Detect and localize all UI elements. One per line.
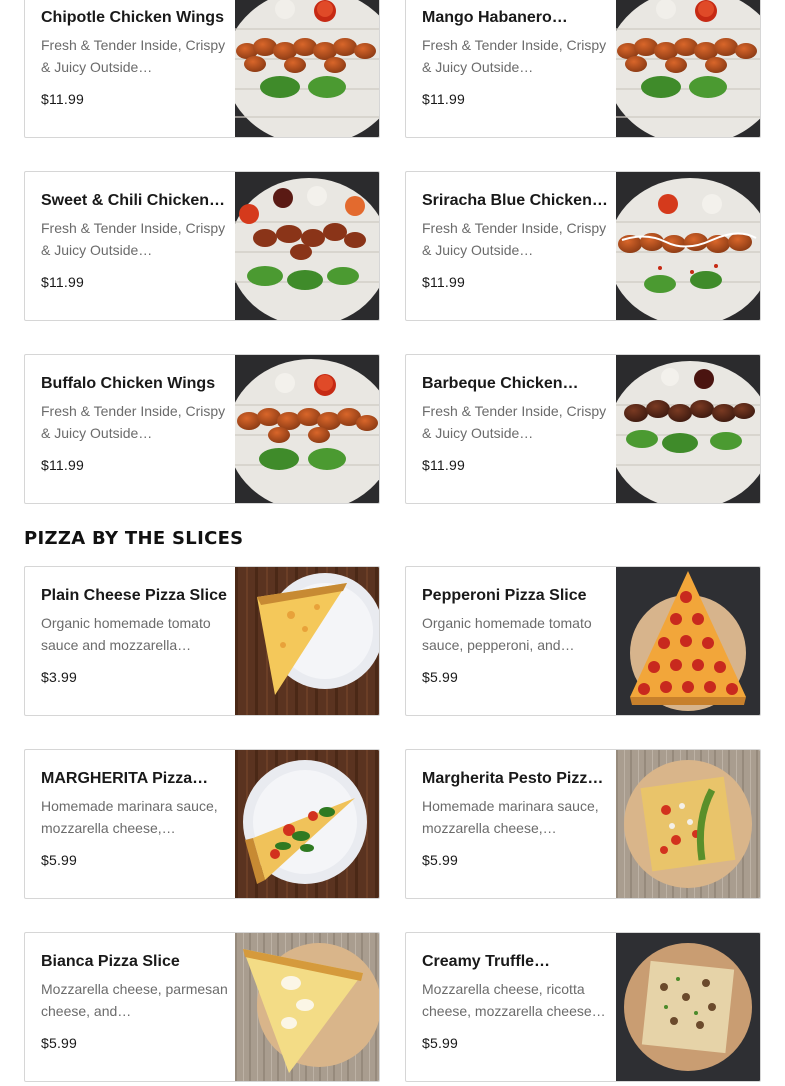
item-price: $5.99	[422, 1035, 459, 1051]
menu-item-card[interactable]: Chipotle Chicken Wings Fresh & Tender In…	[24, 0, 380, 138]
menu-item-card[interactable]: Bianca Pizza Slice Mozzarella cheese, pa…	[24, 932, 380, 1082]
item-price: $11.99	[422, 91, 465, 107]
item-title: Chipotle Chicken Wings	[41, 9, 224, 26]
section-title: PIZZA BY THE SLICES	[24, 528, 244, 549]
item-price: $11.99	[41, 274, 84, 290]
chicken-wings-photo	[616, 0, 760, 137]
item-title: Bianca Pizza Slice	[41, 953, 180, 970]
item-description: Homemade marinara sauce, mozzarella chee…	[41, 798, 218, 836]
pizza-slice-photo	[616, 933, 760, 1081]
menu-item-card[interactable]: Buffalo Chicken Wings Fresh & Tender Ins…	[24, 354, 380, 504]
item-price: $11.99	[41, 91, 84, 107]
item-description: Mozzarella cheese, parmesan cheese, and…	[41, 981, 228, 1019]
pizza-slice-photo	[235, 750, 379, 898]
item-price: $5.99	[41, 1035, 78, 1051]
item-description: Fresh & Tender Inside, Crispy & Juicy Ou…	[422, 403, 607, 441]
menu-item-card[interactable]: Creamy Truffle… Mozzarella cheese, ricot…	[405, 932, 761, 1082]
menu-item-card[interactable]: Plain Cheese Pizza Slice Organic homemad…	[24, 566, 380, 716]
item-description: Fresh & Tender Inside, Crispy & Juicy Ou…	[41, 220, 226, 258]
item-description: Organic homemade tomato sauce, pepperoni…	[422, 615, 592, 653]
item-price: $5.99	[422, 669, 459, 685]
item-title: Creamy Truffle…	[422, 953, 551, 970]
pizza-slice-photo	[235, 933, 379, 1081]
menu-item-card[interactable]: Barbeque Chicken… Fresh & Tender Inside,…	[405, 354, 761, 504]
chicken-wings-photo	[616, 172, 760, 320]
item-price: $11.99	[41, 457, 84, 473]
menu-item-card[interactable]: Sweet & Chili Chicken… Fresh & Tender In…	[24, 171, 380, 321]
chicken-wings-photo	[235, 172, 379, 320]
item-price: $3.99	[41, 669, 78, 685]
item-title: Mango Habanero…	[422, 9, 568, 26]
item-title: Barbeque Chicken…	[422, 375, 579, 392]
item-description: Fresh & Tender Inside, Crispy & Juicy Ou…	[41, 37, 226, 75]
item-title: Margherita Pesto Pizz…	[422, 770, 604, 787]
wings-grid: Chipotle Chicken Wings Fresh & Tender In…	[24, 0, 761, 504]
pizza-slice-photo	[616, 750, 760, 898]
item-description: Homemade marinara sauce, mozzarella chee…	[422, 798, 599, 836]
item-description: Fresh & Tender Inside, Crispy & Juicy Ou…	[422, 220, 607, 258]
item-title: MARGHERITA Pizza…	[41, 770, 209, 787]
menu-item-card[interactable]: Margherita Pesto Pizz… Homemade marinara…	[405, 749, 761, 899]
item-description: Mozzarella cheese, ricotta cheese, mozza…	[422, 981, 606, 1019]
item-description: Fresh & Tender Inside, Crispy & Juicy Ou…	[422, 37, 607, 75]
pizza-slice-photo	[616, 567, 760, 715]
item-title: Plain Cheese Pizza Slice	[41, 587, 227, 604]
item-title: Sriracha Blue Chicken…	[422, 192, 608, 209]
item-price: $5.99	[41, 852, 78, 868]
item-description: Organic homemade tomato sauce and mozzar…	[41, 615, 211, 653]
item-title: Buffalo Chicken Wings	[41, 375, 216, 392]
chicken-wings-photo	[235, 355, 379, 503]
menu-item-card[interactable]: Sriracha Blue Chicken… Fresh & Tender In…	[405, 171, 761, 321]
pizza-grid: Plain Cheese Pizza Slice Organic homemad…	[24, 566, 761, 1082]
item-price: $5.99	[422, 852, 459, 868]
chicken-wings-photo	[616, 355, 760, 503]
item-title: Sweet & Chili Chicken…	[41, 192, 226, 209]
chicken-wings-photo	[235, 0, 379, 137]
item-title: Pepperoni Pizza Slice	[422, 587, 587, 604]
item-price: $11.99	[422, 274, 465, 290]
menu-item-card[interactable]: Pepperoni Pizza Slice Organic homemade t…	[405, 566, 761, 716]
item-price: $11.99	[422, 457, 465, 473]
pizza-slice-photo	[235, 567, 379, 715]
item-description: Fresh & Tender Inside, Crispy & Juicy Ou…	[41, 403, 226, 441]
menu-item-card[interactable]: MARGHERITA Pizza… Homemade marinara sauc…	[24, 749, 380, 899]
menu-item-card[interactable]: Mango Habanero… Fresh & Tender Inside, C…	[405, 0, 761, 138]
